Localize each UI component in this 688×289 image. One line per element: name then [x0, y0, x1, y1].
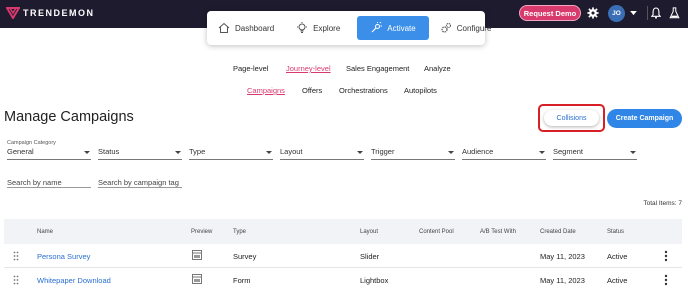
collisions-button[interactable]: Collisions [544, 110, 599, 126]
brand-logo[interactable]: TRENDEMON [6, 7, 95, 19]
tab-orchestrations[interactable]: Orchestrations [339, 86, 388, 95]
campaign-status: Active [607, 276, 628, 285]
lightbulb-icon [297, 22, 308, 33]
caret-down-icon [175, 151, 181, 154]
flask-icon[interactable] [667, 6, 681, 20]
campaign-created-date: May 11, 2023 [540, 276, 585, 285]
nav-dashboard-label: Dashboard [235, 23, 275, 33]
nav-explore-label: Explore [313, 23, 341, 33]
user-avatar[interactable]: JO [608, 5, 625, 22]
trendemon-logo-icon [6, 7, 20, 19]
filter-layout[interactable]: Layout [280, 140, 364, 160]
filter-status[interactable]: Status [98, 140, 182, 160]
settings-gear-icon[interactable] [586, 6, 600, 20]
filter-segment[interactable]: Segment [553, 140, 637, 160]
caret-down-icon [84, 151, 90, 154]
col-preview: Preview [191, 229, 213, 235]
filter-campaign-category[interactable]: Campaign Category General [7, 140, 91, 160]
campaigns-table: Name Preview Type Layout Content Pool A/… [4, 219, 682, 289]
table-header: Name Preview Type Layout Content Pool A/… [4, 219, 682, 244]
subnav-analyze[interactable]: Analyze [424, 64, 451, 73]
nav-activate[interactable]: Activate [357, 16, 429, 40]
table-row[interactable]: Whitepaper Download Form Lightbox May 11… [4, 268, 682, 289]
subnav-sales-engagement[interactable]: Sales Engagement [346, 64, 409, 73]
campaign-status: Active [607, 252, 628, 261]
filter-value: Trigger [371, 147, 395, 156]
tab-autopilots[interactable]: Autopilots [404, 86, 437, 95]
home-icon [218, 22, 230, 33]
page-title: Manage Campaigns [4, 109, 134, 125]
filter-trigger[interactable]: Trigger [371, 140, 455, 160]
filter-audience[interactable]: Audience [462, 140, 546, 160]
subnav-journey-level[interactable]: Journey-level [286, 64, 331, 73]
table-row[interactable]: Persona Survey Survey Slider May 11, 202… [4, 244, 682, 268]
filter-value: Layout [280, 147, 303, 156]
search-name-input[interactable] [7, 178, 91, 187]
drag-handle-icon[interactable] [13, 251, 19, 261]
activate-icon [371, 22, 383, 33]
tab-campaigns[interactable]: Campaigns [247, 86, 285, 95]
nav-dashboard[interactable]: Dashboard [211, 16, 281, 40]
filter-value: Type [189, 147, 206, 156]
tab-offers[interactable]: Offers [302, 86, 322, 95]
caret-down-icon [630, 151, 636, 154]
preview-icon[interactable] [192, 250, 202, 260]
total-items: Total Items: 7 [643, 200, 682, 207]
bell-icon[interactable] [649, 6, 663, 20]
caret-down-icon [266, 151, 272, 154]
nav-configure-label: Configure [456, 23, 492, 33]
request-demo-button[interactable]: Request Demo [519, 5, 581, 21]
search-by-campaign-tag[interactable] [98, 172, 182, 188]
campaign-name-link[interactable]: Whitepaper Download [37, 276, 111, 285]
main-navigation: Dashboard Explore Activate Configure [207, 11, 491, 45]
filter-value: Segment [553, 147, 584, 156]
filter-value: Audience [462, 147, 494, 156]
col-created-date[interactable]: Created Date [540, 229, 576, 235]
col-type[interactable]: Type [233, 229, 246, 235]
campaign-layout: Lightbox [360, 276, 389, 285]
col-ab-test-with[interactable]: A/B Test With [480, 229, 516, 235]
col-name[interactable]: Name [37, 229, 53, 235]
col-content-pool[interactable]: Content Pool [419, 229, 454, 235]
campaign-created-date: May 11, 2023 [540, 252, 585, 261]
filter-label: Campaign Category [7, 140, 56, 146]
gears-icon [441, 22, 451, 33]
col-layout[interactable]: Layout [360, 229, 378, 235]
search-tag-input[interactable] [98, 178, 182, 187]
more-options-icon[interactable] [664, 274, 668, 286]
caret-down-icon [448, 151, 454, 154]
campaign-name-link[interactable]: Persona Survey [37, 252, 90, 261]
nav-configure[interactable]: Configure [433, 16, 499, 40]
preview-icon[interactable] [192, 274, 202, 284]
brand-name: TRENDEMON [23, 8, 95, 18]
search-by-name[interactable] [7, 172, 91, 188]
subnav-page-level[interactable]: Page-level [233, 64, 268, 73]
nav-activate-label: Activate [387, 23, 416, 33]
filter-value: Status [98, 147, 120, 156]
nav-explore[interactable]: Explore [289, 16, 347, 40]
create-campaign-button[interactable]: Create Campaign [607, 109, 682, 128]
caret-down-icon [357, 151, 363, 154]
filter-type[interactable]: Type [189, 140, 273, 160]
divider [647, 6, 648, 20]
caret-down-icon [539, 151, 545, 154]
filter-value: General [7, 147, 34, 156]
more-options-icon[interactable] [664, 250, 668, 262]
campaign-layout: Slider [360, 252, 380, 261]
drag-handle-icon[interactable] [13, 275, 19, 285]
campaign-type: Survey [233, 252, 257, 261]
col-status[interactable]: Status [607, 229, 624, 235]
campaign-type: Form [233, 276, 251, 285]
chevron-down-icon[interactable] [626, 6, 640, 20]
collisions-highlight: Collisions [538, 104, 605, 132]
